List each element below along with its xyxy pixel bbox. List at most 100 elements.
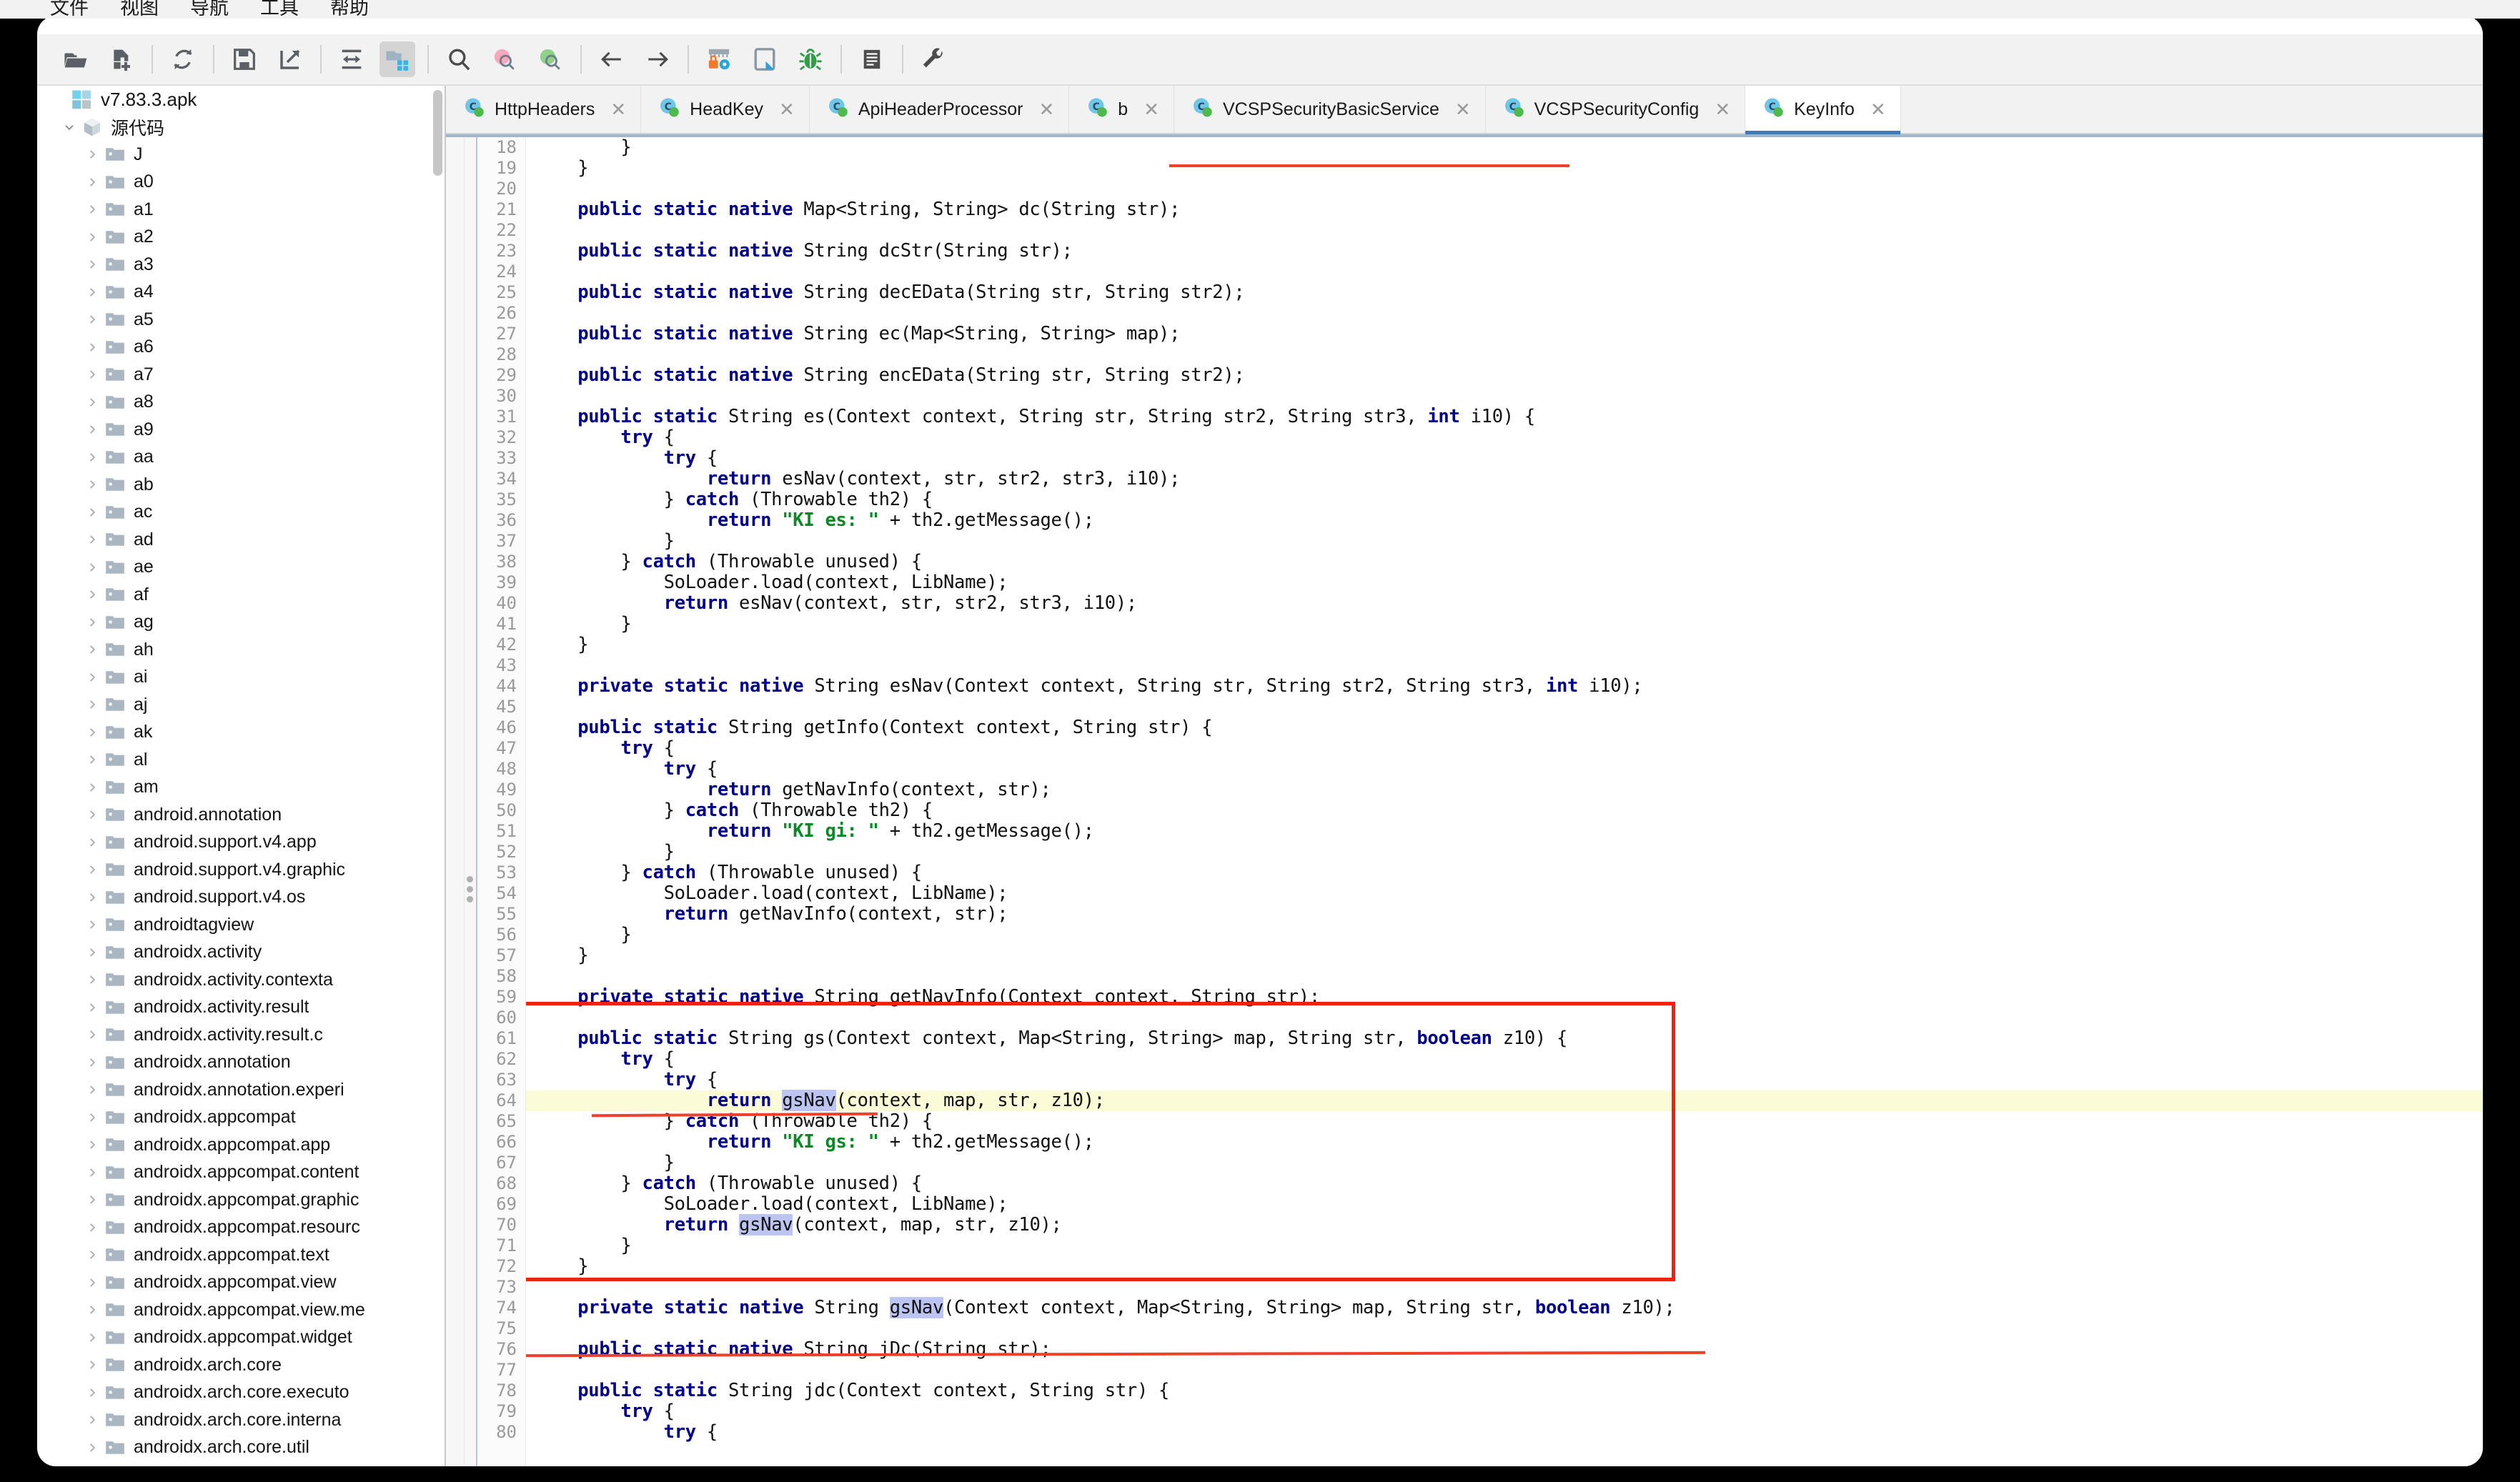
code-line-31[interactable]: public static String es(Context context,…	[535, 407, 1535, 427]
forward-arrow-icon[interactable]	[640, 41, 675, 77]
tree-item-7[interactable]: a5	[37, 306, 445, 334]
save-icon[interactable]	[227, 41, 262, 77]
tree-item-36[interactable]: androidx.appcompat	[37, 1104, 445, 1132]
tree-item-12[interactable]: aa	[37, 444, 445, 472]
tree-item-28[interactable]: android.support.v4.os	[37, 884, 445, 912]
code-line-19[interactable]: }	[535, 158, 588, 179]
menu-bar[interactable]: 文件 视图 导航 工具 帮助	[0, 0, 2520, 19]
code-line-66[interactable]: return "KI gs: " + th2.getMessage();	[535, 1132, 1094, 1153]
tree-item-46[interactable]: androidx.arch.core.executo	[37, 1379, 445, 1407]
editor-tab-1[interactable]: C HeadKey ✕	[641, 86, 810, 133]
tree-item-44[interactable]: androidx.appcompat.widget	[37, 1324, 445, 1352]
tree-expand-chevron-icon[interactable]	[81, 643, 103, 656]
tree-expand-chevron-icon[interactable]	[81, 1413, 103, 1426]
code-line-33[interactable]: try {	[535, 448, 718, 469]
code-line-68[interactable]: } catch (Throwable unused) {	[535, 1173, 922, 1194]
tree-item-17[interactable]: af	[37, 581, 445, 609]
code-line-56[interactable]: }	[535, 925, 631, 945]
tree-item-42[interactable]: androidx.appcompat.view	[37, 1269, 445, 1297]
code-line-21[interactable]: public static native Map<String, String>…	[535, 199, 1180, 220]
code-line-48[interactable]: try {	[535, 759, 718, 780]
tree-expand-chevron-icon[interactable]	[81, 313, 103, 326]
tree-expand-chevron-icon[interactable]	[81, 561, 103, 574]
tree-expand-chevron-icon[interactable]	[81, 148, 103, 161]
refresh-icon[interactable]	[165, 41, 201, 77]
tree-expand-chevron-icon[interactable]	[81, 533, 103, 546]
tree-item-13[interactable]: ab	[37, 471, 445, 499]
code-line-53[interactable]: } catch (Throwable unused) {	[535, 862, 922, 883]
tree-expand-chevron-icon[interactable]	[81, 176, 103, 189]
tree-expand-chevron-icon[interactable]	[81, 451, 103, 464]
tree-item-29[interactable]: androidtagview	[37, 911, 445, 939]
menu-item-3[interactable]: 工具	[244, 0, 314, 19]
project-tree-panel[interactable]: v7.83.3.apk 源代码 Ja0 a1 a2 a3 a4 a5 a6 a7 a8 a9 aa ab a…	[37, 86, 446, 1466]
menu-item-4[interactable]: 帮助	[314, 0, 385, 19]
menu-item-0[interactable]: 文件	[34, 0, 104, 19]
tree-expand-chevron-icon[interactable]	[81, 946, 103, 959]
code-canvas[interactable]: } } public static native Map<String, Str…	[526, 134, 2483, 1466]
editor-tab-5[interactable]: C VCSPSecurityConfig ✕	[1486, 86, 1746, 133]
search-next-icon[interactable]	[532, 41, 568, 77]
tree-item-11[interactable]: a9	[37, 416, 445, 444]
tree-item-6[interactable]: a4	[37, 279, 445, 307]
code-line-51[interactable]: return "KI gi: " + th2.getMessage();	[535, 821, 1094, 842]
menu-item-1[interactable]: 视图	[104, 0, 174, 19]
code-line-72[interactable]: }	[535, 1256, 588, 1277]
code-line-41[interactable]: }	[535, 614, 631, 635]
tree-expand-chevron-icon[interactable]	[81, 341, 103, 354]
tree-expand-chevron-icon[interactable]	[81, 1111, 103, 1124]
tree-item-16[interactable]: ae	[37, 554, 445, 582]
tree-item-25[interactable]: android.annotation	[37, 801, 445, 829]
code-line-40[interactable]: return esNav(context, str, str2, str3, i…	[535, 593, 1138, 614]
code-line-67[interactable]: }	[535, 1153, 675, 1173]
code-line-38[interactable]: } catch (Throwable unused) {	[535, 552, 922, 572]
tree-expand-chevron-icon[interactable]	[81, 368, 103, 381]
code-line-44[interactable]: private static native String esNav(Conte…	[535, 676, 1643, 697]
add-file-icon[interactable]	[104, 41, 139, 77]
tree-expand-chevron-icon[interactable]	[81, 1083, 103, 1096]
tree-item-30[interactable]: androidx.activity	[37, 939, 445, 967]
tree-item-0[interactable]: 源代码	[37, 114, 445, 141]
tree-expand-chevron-icon[interactable]	[81, 891, 103, 904]
collapse-icon[interactable]	[334, 41, 369, 77]
tree-expand-chevron-icon[interactable]	[81, 203, 103, 216]
tree-item-19[interactable]: ah	[37, 636, 445, 664]
code-line-35[interactable]: } catch (Throwable th2) {	[535, 489, 933, 510]
code-line-59[interactable]: private static native String getNavInfo(…	[535, 987, 1320, 1008]
tree-item-41[interactable]: androidx.appcompat.text	[37, 1241, 445, 1269]
code-line-32[interactable]: try {	[535, 427, 675, 448]
code-line-52[interactable]: }	[535, 842, 675, 862]
tree-item-20[interactable]: ai	[37, 664, 445, 692]
search-prev-icon[interactable]	[487, 41, 522, 77]
code-line-78[interactable]: public static String jdc(Context context…	[535, 1381, 1169, 1401]
tree-expand-chevron-icon[interactable]	[81, 1056, 103, 1069]
close-icon[interactable]: ✕	[779, 100, 795, 119]
tree-expand-chevron-icon[interactable]	[81, 973, 103, 986]
tree-item-15[interactable]: ad	[37, 526, 445, 554]
tree-expand-chevron-icon[interactable]	[81, 506, 103, 519]
code-line-34[interactable]: return esNav(context, str, str2, str3, i…	[535, 469, 1181, 489]
tree-item-49[interactable]: androidx.asynclayoutinflat	[37, 1461, 445, 1466]
tree-expand-chevron-icon[interactable]	[81, 726, 103, 739]
code-line-18[interactable]: }	[535, 137, 631, 158]
tree-expand-chevron-icon[interactable]	[81, 588, 103, 601]
code-line-50[interactable]: } catch (Throwable th2) {	[535, 800, 933, 821]
tree-expand-chevron-icon[interactable]	[81, 1221, 103, 1234]
tree-expand-chevron-icon[interactable]	[81, 753, 103, 766]
tree-expand-chevron-icon[interactable]	[81, 1358, 103, 1371]
code-line-80[interactable]: try {	[535, 1422, 718, 1443]
settings-wrench-icon[interactable]	[916, 41, 951, 77]
tree-item-14[interactable]: ac	[37, 499, 445, 527]
log-icon[interactable]	[854, 41, 890, 77]
tree-item-47[interactable]: androidx.arch.core.interna	[37, 1406, 445, 1434]
resources-icon[interactable]	[380, 41, 415, 77]
tree-item-45[interactable]: androidx.arch.core	[37, 1351, 445, 1379]
tree-item-35[interactable]: androidx.annotation.experi	[37, 1076, 445, 1104]
tree-expand-chevron-icon[interactable]	[81, 396, 103, 409]
tree-item-33[interactable]: androidx.activity.result.c	[37, 1021, 445, 1049]
debug-icon[interactable]	[793, 41, 828, 77]
tree-item-48[interactable]: androidx.arch.core.util	[37, 1434, 445, 1462]
tree-item-32[interactable]: androidx.activity.result	[37, 994, 445, 1022]
close-icon[interactable]: ✕	[1715, 100, 1730, 119]
search-icon[interactable]	[441, 41, 477, 77]
